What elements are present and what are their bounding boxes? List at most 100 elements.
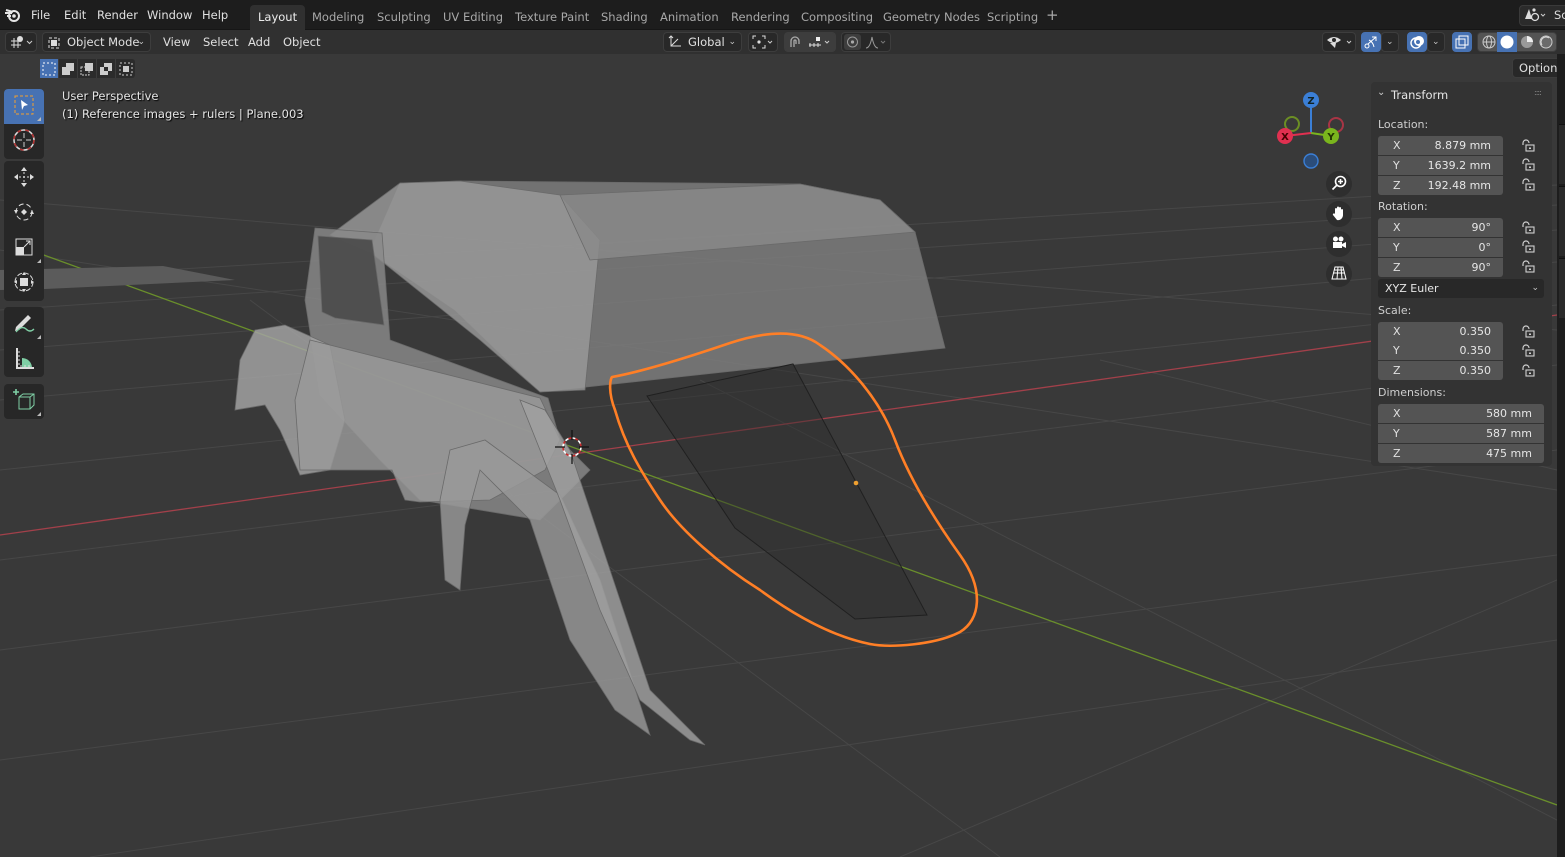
sidebar-tabs-strip[interactable]	[1557, 54, 1565, 857]
scene-name: Sc	[1554, 8, 1565, 22]
snap-toggle[interactable]	[784, 32, 836, 52]
blender-logo-icon[interactable]	[4, 7, 22, 23]
tool-cursor[interactable]	[4, 124, 44, 159]
menu-add[interactable]: Add	[248, 34, 270, 50]
mode-dropdown[interactable]: Object Mode ⌄	[42, 32, 151, 52]
tab-layout[interactable]: Layout	[250, 5, 306, 30]
scale-y-value: 0.350	[1459, 344, 1492, 357]
menu-help[interactable]: Help	[202, 7, 228, 23]
menu-render[interactable]: Render	[97, 7, 138, 23]
lock-rotation-x-icon[interactable]	[1521, 221, 1535, 234]
select-new-button[interactable]	[40, 59, 59, 78]
chevron-down-icon: ⌄	[1386, 37, 1394, 47]
tool-add-cube[interactable]	[4, 384, 44, 419]
scale-label: Scale:	[1378, 304, 1412, 317]
proportional-edit-toggle[interactable]	[841, 32, 891, 52]
visibility-dropdown[interactable]	[1322, 32, 1356, 52]
scale-y-field[interactable]: Y 0.350	[1378, 341, 1503, 360]
menu-object[interactable]: Object	[283, 34, 320, 50]
location-x-field[interactable]: X 8.879 mm	[1378, 136, 1503, 155]
options-dropdown[interactable]: Options	[1512, 58, 1557, 78]
overlay-dropdown[interactable]: ⌄	[1427, 32, 1445, 52]
lock-rotation-y-icon[interactable]	[1521, 240, 1535, 253]
tab-sculpting[interactable]: Sculpting	[369, 5, 439, 30]
navigation-gizmo[interactable]: Z X Y	[1270, 84, 1350, 174]
tool-scale[interactable]	[4, 231, 44, 266]
location-y-field[interactable]: Y 1639.2 mm	[1378, 156, 1503, 175]
lock-rotation-z-icon[interactable]	[1521, 260, 1535, 273]
tool-transform[interactable]	[4, 266, 44, 301]
lock-location-x-icon[interactable]	[1521, 139, 1535, 152]
lock-scale-y-icon[interactable]	[1521, 344, 1535, 357]
tab-compositing[interactable]: Compositing	[793, 5, 881, 30]
lock-location-z-icon[interactable]	[1521, 178, 1535, 191]
rotation-y-field[interactable]: Y 0°	[1378, 238, 1503, 257]
sidebar-tab-view[interactable]	[1559, 258, 1565, 318]
mode-label: Object Mode	[67, 35, 140, 49]
move-icon	[12, 165, 36, 192]
lock-location-y-icon[interactable]	[1521, 158, 1535, 171]
xray-toggle[interactable]	[1452, 32, 1472, 52]
pan-view-button[interactable]	[1326, 201, 1352, 227]
tab-texture-paint[interactable]: Texture Paint	[507, 5, 597, 30]
gizmo-dropdown[interactable]: ⌄	[1381, 32, 1399, 52]
dimensions-y-field[interactable]: Y 587 mm	[1378, 424, 1544, 443]
tab-geometry-nodes[interactable]: Geometry Nodes	[875, 5, 988, 30]
overlay-toggle[interactable]	[1407, 32, 1427, 52]
pivot-point-dropdown[interactable]	[748, 32, 778, 52]
select-difference-button[interactable]	[97, 59, 116, 78]
scene-selector[interactable]: Sc	[1519, 5, 1565, 26]
menu-window[interactable]: Window	[147, 7, 192, 23]
select-intersect-button[interactable]	[116, 59, 135, 78]
rotation-x-value: 90°	[1471, 221, 1492, 234]
overlay-icon	[1410, 35, 1425, 54]
transform-orientation-dropdown[interactable]: Global ⌄	[663, 32, 742, 52]
zoom-icon	[1331, 175, 1347, 194]
lock-scale-z-icon[interactable]	[1521, 364, 1535, 377]
tab-scripting[interactable]: Scripting	[979, 5, 1046, 30]
tool-select-box[interactable]	[4, 89, 44, 124]
select-subtract-button[interactable]	[78, 59, 97, 78]
scale-z-field[interactable]: Z 0.350	[1378, 361, 1503, 380]
tab-shading[interactable]: Shading	[593, 5, 656, 30]
3d-viewport[interactable]: User Perspective (1) Reference images + …	[0, 54, 1557, 857]
material-preview-icon[interactable]	[1518, 34, 1536, 50]
menu-select[interactable]: Select	[203, 34, 238, 50]
add-workspace-icon[interactable]: +	[1046, 6, 1059, 24]
tool-rotate[interactable]	[4, 196, 44, 231]
editor-type-button[interactable]	[5, 32, 37, 52]
location-z-field[interactable]: Z 192.48 mm	[1378, 176, 1503, 195]
gizmo-toggle[interactable]	[1361, 32, 1381, 52]
camera-view-button[interactable]	[1326, 231, 1352, 257]
lock-scale-x-icon[interactable]	[1521, 325, 1535, 338]
sidebar-tab-item[interactable]	[1559, 124, 1565, 184]
rendered-shading-icon[interactable]	[1537, 34, 1555, 50]
sidebar-tab-tool[interactable]	[1559, 186, 1565, 256]
tool-measure[interactable]	[4, 342, 44, 377]
menu-file[interactable]: File	[31, 7, 50, 23]
collapse-chevron-icon[interactable]: ⌄	[1377, 87, 1385, 98]
tab-modeling[interactable]: Modeling	[304, 5, 372, 30]
rotation-x-field[interactable]: X 90°	[1378, 218, 1503, 237]
select-extend-button[interactable]	[59, 59, 78, 78]
rotation-z-field[interactable]: Z 90°	[1378, 258, 1503, 277]
perspective-toggle-button[interactable]	[1326, 261, 1352, 287]
drag-handle-icon[interactable]: ::::	[1534, 88, 1542, 97]
zoom-view-button[interactable]	[1326, 171, 1352, 197]
menu-view[interactable]: View	[163, 34, 190, 50]
transform-panel-title[interactable]: Transform	[1391, 88, 1448, 102]
dimensions-x-field[interactable]: X 580 mm	[1378, 404, 1544, 423]
tab-uv-editing[interactable]: UV Editing	[435, 5, 511, 30]
tool-move[interactable]	[4, 161, 44, 196]
dimensions-z-field[interactable]: Z 475 mm	[1378, 444, 1544, 463]
tool-annotate[interactable]	[4, 307, 44, 342]
solid-shading-icon[interactable]	[1497, 32, 1517, 52]
wireframe-shading-icon[interactable]	[1480, 34, 1498, 50]
tab-animation[interactable]: Animation	[652, 5, 727, 30]
tab-rendering[interactable]: Rendering	[723, 5, 798, 30]
axis-x-label: X	[1393, 139, 1401, 152]
rotation-mode-dropdown[interactable]: XYZ Euler ⌄	[1378, 279, 1544, 298]
menu-edit[interactable]: Edit	[64, 7, 86, 23]
scene-icon	[1524, 8, 1546, 25]
scale-x-field[interactable]: X 0.350	[1378, 322, 1503, 341]
